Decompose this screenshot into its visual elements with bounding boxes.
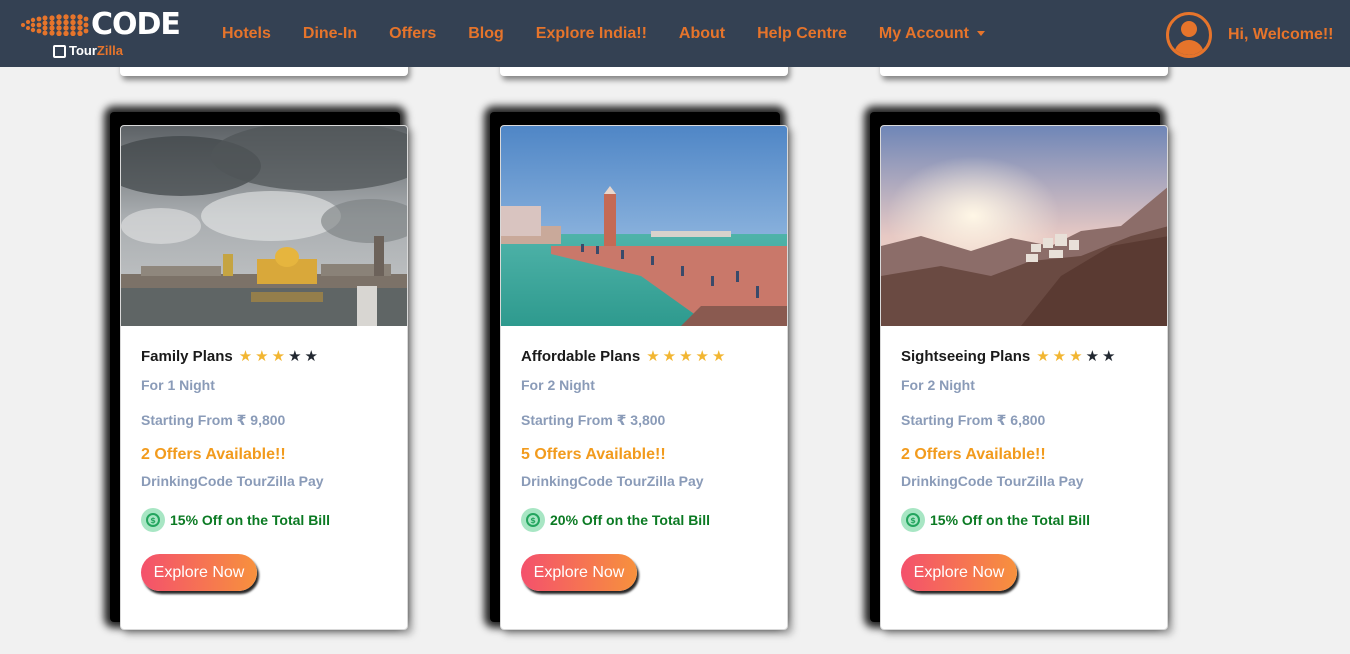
card-title: Affordable Plans: [521, 347, 641, 365]
rating-stars: ★ ★ ★ ★ ★: [643, 347, 725, 365]
price-text: Starting From ₹ 6,800: [901, 412, 1046, 428]
star-filled-icon: ★: [646, 347, 660, 365]
my-account-label: My Account: [878, 24, 969, 42]
haridwar-ghat-photo: [501, 126, 787, 326]
star-empty-icon: ★: [288, 347, 302, 365]
star-empty-icon: ★: [1085, 347, 1100, 365]
mountain-monastery-photo: [881, 126, 1167, 326]
nav-link-offers[interactable]: Offers: [373, 24, 452, 44]
discount-text: 15% Off on the Total Bill: [170, 512, 330, 528]
offers-text: 5 Offers Available!!: [521, 446, 666, 463]
explore-now-button[interactable]: Explore Now: [901, 554, 1017, 591]
star-filled-icon: ★: [712, 347, 726, 365]
plan-card: Sightseeing Plans ★ ★ ★ ★ ★ For 2 Night …: [880, 125, 1168, 630]
nav-link-dine-in[interactable]: Dine-In: [287, 24, 373, 44]
nav-links: Hotels Dine-In Offers Blog Explore India…: [206, 0, 1001, 67]
star-empty-icon: ★: [1102, 347, 1116, 365]
logo-subtitle: TourZilla: [53, 42, 123, 60]
discount-text: 20% Off on the Total Bill: [550, 512, 710, 528]
star-filled-icon: ★: [695, 347, 709, 365]
plan-card: Affordable Plans ★ ★ ★ ★ ★ For 2 Night S…: [500, 125, 788, 630]
star-filled-icon: ★: [238, 347, 253, 365]
nav-link-explore-india[interactable]: Explore India!!: [520, 24, 663, 44]
logo-dots-icon: [21, 14, 89, 36]
card-title: Family Plans: [141, 347, 233, 365]
price-text: Starting From ₹ 9,800: [141, 412, 286, 428]
nav-link-help-centre[interactable]: Help Centre: [741, 24, 863, 44]
coin-icon: $: [141, 508, 165, 532]
logo-wordmark: CODE: [91, 7, 181, 42]
pay-text: DrinkingCode TourZilla Pay: [141, 473, 324, 489]
star-filled-icon: ★: [679, 347, 693, 365]
nav-link-blog[interactable]: Blog: [452, 24, 520, 44]
nav-link-about[interactable]: About: [663, 24, 741, 44]
star-filled-icon: ★: [1069, 347, 1083, 365]
nights-text: For 2 Night: [521, 377, 595, 393]
rating-stars: ★ ★ ★ ★ ★: [236, 347, 318, 365]
explore-now-button[interactable]: Explore Now: [141, 554, 257, 591]
nav-dropdown-my-account[interactable]: My Account: [863, 24, 1001, 44]
explore-now-button[interactable]: Explore Now: [521, 554, 637, 591]
star-empty-icon: ★: [304, 347, 318, 365]
nights-text: For 2 Night: [901, 377, 975, 393]
caret-down-icon: [977, 30, 985, 36]
offers-text: 2 Offers Available!!: [901, 446, 1046, 463]
coin-icon: $: [901, 508, 925, 532]
offers-text: 2 Offers Available!!: [141, 446, 286, 463]
discount-text: 15% Off on the Total Bill: [930, 512, 1090, 528]
nav-link-hotels[interactable]: Hotels: [206, 24, 287, 44]
golden-temple-photo: [121, 126, 407, 326]
plan-card: Family Plans ★ ★ ★ ★ ★ For 1 Night Start…: [120, 125, 408, 630]
star-filled-icon: ★: [271, 347, 286, 365]
pay-text: DrinkingCode TourZilla Pay: [521, 473, 704, 489]
coin-icon: $: [521, 508, 545, 532]
star-filled-icon: ★: [662, 347, 677, 365]
card-title: Sightseeing Plans: [901, 347, 1031, 365]
brand-logo[interactable]: CODE TourZilla: [19, 8, 181, 62]
welcome-text: Hi, Welcome!!: [1228, 26, 1334, 43]
nights-text: For 1 Night: [141, 377, 215, 393]
star-filled-icon: ★: [1036, 347, 1050, 365]
rating-stars: ★ ★ ★ ★ ★: [1033, 347, 1115, 365]
pay-text: DrinkingCode TourZilla Pay: [901, 473, 1084, 489]
logo-mini-icon: [53, 44, 66, 58]
logo-sub-part2: Zilla: [96, 43, 123, 58]
star-filled-icon: ★: [1052, 347, 1067, 365]
logo-sub-part1: Tour: [69, 43, 97, 58]
price-text: Starting From ₹ 3,800: [521, 412, 666, 428]
navbar: CODE TourZilla Hotels Dine-In Offers Blo…: [0, 0, 1350, 67]
user-menu[interactable]: Hi, Welcome!!: [1166, 12, 1334, 58]
user-avatar-icon[interactable]: [1166, 12, 1212, 58]
star-filled-icon: ★: [255, 347, 269, 365]
